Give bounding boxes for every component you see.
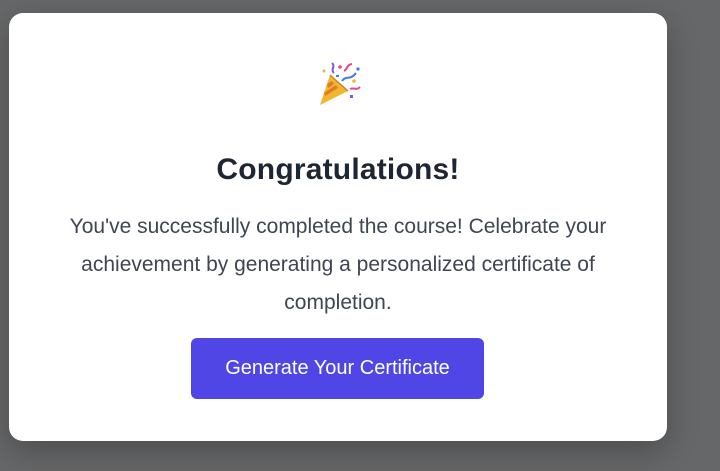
generate-certificate-button[interactable]: Generate Your Certificate bbox=[191, 338, 484, 399]
modal-message: You've successfully completed the course… bbox=[69, 215, 607, 314]
party-popper-icon bbox=[314, 61, 362, 109]
modal-title: Congratulations! bbox=[216, 153, 460, 186]
completion-modal: Congratulations! You've successfully com… bbox=[9, 13, 667, 441]
